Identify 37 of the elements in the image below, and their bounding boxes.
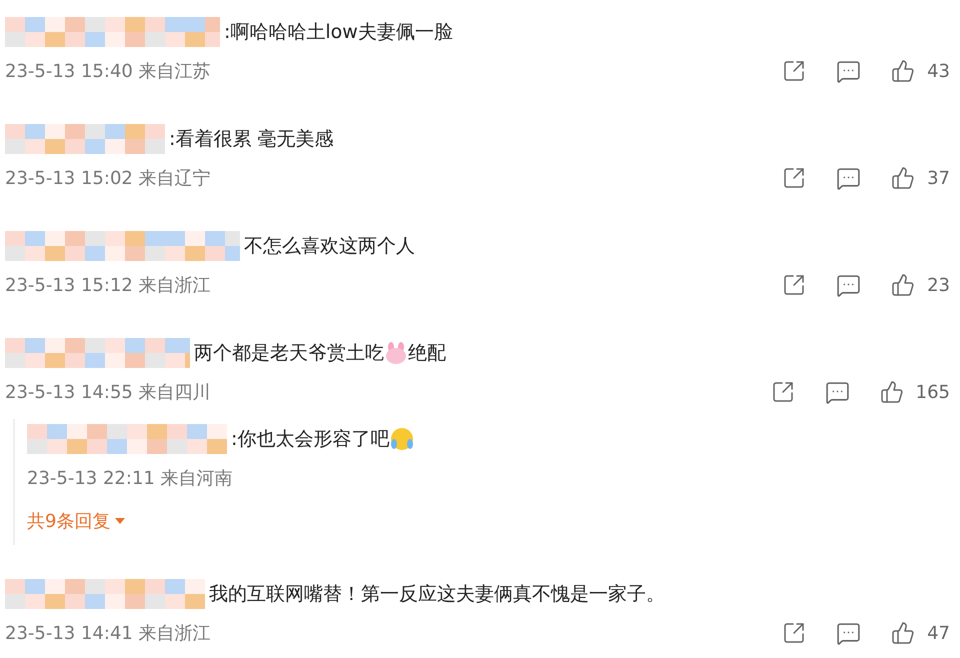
comment-icon[interactable] [836,166,862,190]
share-icon[interactable] [782,273,806,297]
more-replies-link[interactable]: 共9条回复 [27,497,126,545]
reply-meta: 23-5-13 22:11 来自河南 [27,467,233,490]
caret-icon [114,517,126,525]
comment-icon[interactable] [836,272,862,298]
comment-meta: 23-5-13 15:40 来自江苏 [5,60,211,83]
emoji-icon [389,427,416,451]
comment-meta: 23-5-13 15:02 来自辽宁 [5,167,211,190]
like-count: 23 [927,274,950,296]
comment-text: :啊哈哈哈土low夫妻佩一脸 [224,20,453,45]
like-icon[interactable] [891,621,916,645]
comment-text: :看着很累 毫无美感 [169,127,334,152]
comment-text: 绝配 [408,341,446,366]
like-count: 165 [916,382,950,402]
comment-icon[interactable] [836,620,862,646]
comment-text: 两个都是老天爷赏土吃 [194,341,384,366]
comment-icon[interactable] [824,380,850,404]
like-count: 43 [927,60,950,82]
comment-meta: 23-5-13 14:41 来自浙江 [5,622,211,645]
like-icon[interactable] [891,273,916,297]
share-icon[interactable] [770,380,795,404]
like-icon[interactable] [891,59,916,83]
comment-meta: 23-5-13 15:12 来自浙江 [5,274,211,297]
like-icon[interactable] [891,166,916,190]
bunny-icon [384,341,408,365]
comment-text: 我的互联网嘴替！第一反应这夫妻俩真不愧是一家子。 [209,582,665,607]
comment-icon[interactable] [836,58,862,84]
comment-meta: 23-5-13 14:55 来自四川 [5,381,211,404]
share-icon[interactable] [782,59,806,83]
comment-text: 不怎么喜欢这两个人 [244,234,415,259]
like-icon[interactable] [880,380,904,404]
share-icon[interactable] [782,166,806,190]
like-count: 37 [927,168,950,188]
comment-text: :你也太会形容了吧 [231,427,390,452]
like-count: 47 [927,622,950,644]
share-icon[interactable] [782,621,806,645]
